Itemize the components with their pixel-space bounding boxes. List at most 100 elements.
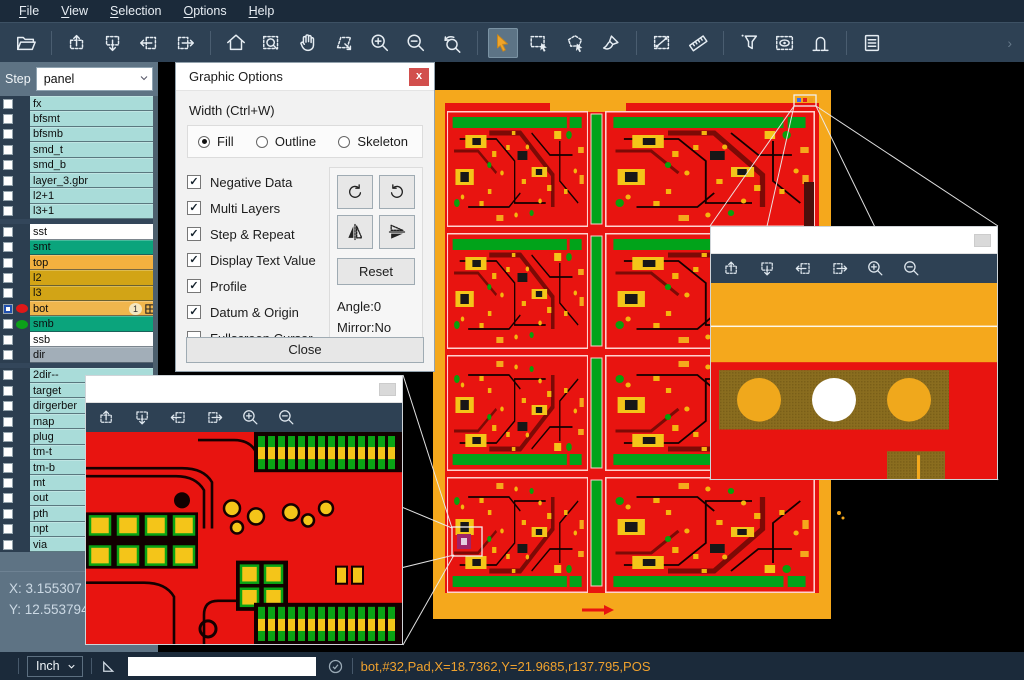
layer-visibility-checkbox[interactable] — [3, 288, 13, 298]
layer-visibility-checkbox[interactable] — [3, 258, 13, 268]
layer-visibility-checkbox[interactable] — [3, 114, 13, 124]
checkbox-step-repeat[interactable]: ✓Step & Repeat — [187, 221, 329, 247]
pan-hand-button[interactable] — [293, 28, 323, 58]
popup-title-bar[interactable] — [86, 376, 402, 403]
checkbox-profile[interactable]: ✓Profile — [187, 273, 329, 299]
layer-visibility-checkbox[interactable] — [3, 524, 13, 534]
menu-file[interactable]: File — [8, 0, 50, 22]
close-icon[interactable]: x — [409, 68, 429, 86]
layer-row-bfsmt[interactable]: bfsmt — [0, 111, 158, 126]
layer-table-button[interactable] — [857, 28, 887, 58]
units-select[interactable]: Inch — [27, 656, 83, 677]
net-probe-button[interactable] — [806, 28, 836, 58]
ruler-button[interactable] — [683, 28, 713, 58]
popup-zoom-view[interactable] — [711, 283, 997, 479]
layer-visibility-checkbox[interactable] — [3, 417, 13, 427]
view-region-button[interactable] — [770, 28, 800, 58]
radio-skeleton[interactable]: Skeleton — [338, 134, 408, 149]
layer-visibility-checkbox[interactable] — [3, 304, 13, 314]
open-file-button[interactable] — [11, 28, 41, 58]
window-button-icon[interactable] — [379, 383, 396, 396]
pan-right-button[interactable] — [205, 408, 224, 427]
layer-visibility-checkbox[interactable] — [3, 432, 13, 442]
layer-visibility-checkbox[interactable] — [3, 160, 13, 170]
pan-down-button[interactable] — [133, 408, 152, 427]
layer-visibility-checkbox[interactable] — [3, 176, 13, 186]
layer-row-top[interactable]: top — [0, 255, 158, 270]
layer-visibility-checkbox[interactable] — [3, 335, 13, 345]
layer-row-l2[interactable]: l2 — [0, 270, 158, 285]
checkbox-datum-origin[interactable]: ✓Datum & Origin — [187, 299, 329, 325]
popup-title-bar[interactable] — [711, 227, 997, 254]
layer-row-smd_t[interactable]: smd_t — [0, 142, 158, 157]
pan-right-button[interactable] — [830, 259, 849, 278]
layer-visibility-checkbox[interactable] — [3, 509, 13, 519]
checkbox-negative-data[interactable]: ✓Negative Data — [187, 169, 329, 195]
select-rect-button[interactable] — [524, 28, 554, 58]
command-input[interactable] — [128, 657, 316, 676]
radio-fill[interactable]: Fill — [198, 134, 234, 149]
layer-visibility-checkbox[interactable] — [3, 478, 13, 488]
menu-help[interactable]: Help — [238, 0, 286, 22]
zoom-window-button[interactable] — [257, 28, 287, 58]
pan-up-button[interactable] — [97, 408, 116, 427]
popup-zoom-view[interactable] — [86, 432, 402, 644]
close-button[interactable]: Close — [186, 337, 424, 363]
layer-row-sst[interactable]: sst — [0, 224, 158, 239]
pan-down-button[interactable] — [98, 28, 128, 58]
pan-up-button[interactable] — [722, 259, 741, 278]
snap-corner-icon[interactable] — [100, 657, 118, 675]
rotate-ccw-button[interactable] — [379, 175, 415, 209]
layer-row-layer_3.gbr[interactable]: layer_3.gbr — [0, 173, 158, 188]
layer-row-l3+1[interactable]: l3+1 — [0, 204, 158, 219]
home-view-button[interactable] — [221, 28, 251, 58]
layer-visibility-checkbox[interactable] — [3, 319, 13, 329]
layer-visibility-checkbox[interactable] — [3, 242, 13, 252]
measure-line-button[interactable] — [647, 28, 677, 58]
layer-row-smb[interactable]: smb — [0, 316, 158, 331]
zoom-previous-button[interactable] — [437, 28, 467, 58]
pan-left-button[interactable] — [794, 259, 813, 278]
layer-row-bfsmb[interactable]: bfsmb — [0, 127, 158, 142]
step-select[interactable]: panel — [36, 67, 153, 91]
layer-visibility-checkbox[interactable] — [3, 99, 13, 109]
zoom-out-button[interactable] — [902, 259, 921, 278]
select-arrow-button[interactable] — [488, 28, 518, 58]
layer-visibility-checkbox[interactable] — [3, 206, 13, 216]
layer-row-fx[interactable]: fx — [0, 96, 158, 111]
layer-visibility-checkbox[interactable] — [3, 191, 13, 201]
reset-button[interactable]: Reset — [337, 258, 415, 285]
zoom-in-button[interactable] — [241, 408, 260, 427]
menu-options[interactable]: Options — [172, 0, 237, 22]
dialog-title-bar[interactable]: Graphic Options — [176, 63, 434, 91]
pan-up-button[interactable] — [62, 28, 92, 58]
layer-visibility-checkbox[interactable] — [3, 401, 13, 411]
window-button-icon[interactable] — [974, 234, 991, 247]
layer-visibility-checkbox[interactable] — [3, 273, 13, 283]
checkbox-display-text-value[interactable]: ✓Display Text Value — [187, 247, 329, 273]
radio-outline[interactable]: Outline — [256, 134, 316, 149]
pan-right-button[interactable] — [170, 28, 200, 58]
layer-visibility-checkbox[interactable] — [3, 145, 13, 155]
layer-visibility-checkbox[interactable] — [3, 540, 13, 550]
checkbox-multi-layers[interactable]: ✓Multi Layers — [187, 195, 329, 221]
mirror-vertical-button[interactable] — [379, 215, 415, 249]
brush-button[interactable] — [596, 28, 626, 58]
zoom-in-button[interactable] — [866, 259, 885, 278]
layer-row-smt[interactable]: smt — [0, 240, 158, 255]
circle-check-icon[interactable] — [327, 658, 344, 675]
zoom-out-button[interactable] — [401, 28, 431, 58]
layer-visibility-checkbox[interactable] — [3, 129, 13, 139]
pan-view-button[interactable] — [329, 28, 359, 58]
layer-row-l3[interactable]: l3 — [0, 286, 158, 301]
layer-visibility-checkbox[interactable] — [3, 493, 13, 503]
layer-visibility-checkbox[interactable] — [3, 386, 13, 396]
layer-row-dir[interactable]: dir — [0, 347, 158, 362]
menu-selection[interactable]: Selection — [99, 0, 172, 22]
layer-visibility-checkbox[interactable] — [3, 463, 13, 473]
layer-visibility-checkbox[interactable] — [3, 447, 13, 457]
layer-visibility-checkbox[interactable] — [3, 350, 13, 360]
layer-visibility-checkbox[interactable] — [3, 227, 13, 237]
layer-visibility-checkbox[interactable] — [3, 370, 13, 380]
filter-button[interactable] — [734, 28, 764, 58]
